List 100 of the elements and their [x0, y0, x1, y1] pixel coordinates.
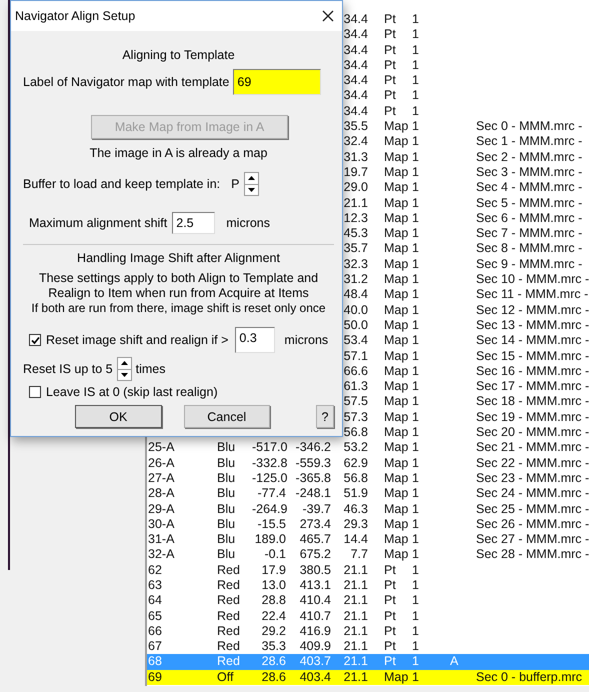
- input-field[interactable]: 0.3: [235, 327, 276, 353]
- table-cell-text: -346.2: [294, 440, 331, 456]
- table-cell-text: Map: [384, 410, 410, 426]
- cancel-button[interactable]: Cancel: [184, 405, 270, 428]
- table-cell-text: Sec 6 - MMM.mrc -: [476, 210, 584, 226]
- table-cell-text: Map: [384, 318, 410, 334]
- table-cell-text: 69: [148, 670, 163, 686]
- table-cell-text: A: [449, 654, 460, 670]
- list-row[interactable]: 65 Red 22.4 410.7 21.1 Pt 1: [147, 608, 589, 624]
- table-cell-text: 31-A: [148, 532, 176, 548]
- note-text: If both are run from there, image shift is reset only once: [30, 301, 327, 315]
- table-cell: Sec 19 - MMM.mrc -: [476, 410, 589, 426]
- table-cell: 1: [412, 486, 420, 502]
- checkbox-label[interactable]: Leave IS at 0 (skip last realign): [46, 385, 218, 399]
- table-cell-text: 29.2: [260, 624, 286, 640]
- list-row[interactable]: 29-A Blu -264.9 -39.7 46.3 Map 1 Sec 25 - MMM.mrc -: [147, 502, 589, 517]
- list-row[interactable]: 67 Red 35.3 409.9 21.1 Pt 1: [147, 639, 589, 654]
- table-cell-text: Sec 2 - MMM.mrc -: [476, 150, 584, 165]
- table-cell: Sec 27 - MMM.mrc -: [476, 532, 589, 548]
- table-cell: Sec 21 - MMM.mrc -: [476, 440, 589, 456]
- table-cell-text: 32-A: [148, 547, 176, 563]
- table-cell-text: 28-A: [148, 486, 176, 502]
- table-cell-text: Map: [384, 486, 410, 502]
- table-cell-text: 28.8: [260, 593, 286, 609]
- table-cell: 1: [412, 180, 420, 196]
- list-row[interactable]: 62 Red 17.9 380.5 21.1 Pt 1: [147, 562, 589, 578]
- list-row[interactable]: 32-A Blu -0.1 675.2 7.7 Map 1 Sec 28 - MMM.mrc -: [147, 547, 589, 563]
- list-row[interactable]: 28-A Blu -77.4 -248.1 51.9 Map 1 Sec 24 - MMM.mrc -: [147, 486, 589, 502]
- table-cell-text: 14.4: [342, 532, 368, 548]
- checkbox-label[interactable]: Reset image shift and realign if >: [46, 333, 228, 347]
- list-row[interactable]: 66 Red 29.2 416.9 21.1 Pt 1: [147, 624, 589, 640]
- table-cell-text: 66: [148, 624, 163, 640]
- table-cell: Sec 11 - MMM.mrc -: [476, 287, 589, 303]
- table-cell-text: 465.7: [298, 532, 331, 548]
- table-cell: Sec 15 - MMM.mrc -: [476, 348, 589, 364]
- table-cell-text: Map: [384, 532, 410, 548]
- table-cell-text: -77.4: [256, 486, 286, 502]
- table-cell-text: 13.0: [260, 578, 286, 594]
- table-cell: 1: [412, 470, 420, 486]
- list-row[interactable]: 26-A Blu -332.8 -559.3 62.9 Map 1 Sec 22 - MMM.mrc -: [147, 456, 589, 471]
- table-cell-text: Red: [217, 562, 241, 578]
- table-cell-text: Red: [217, 654, 241, 670]
- table-cell-text: Blu: [217, 547, 236, 563]
- list-row[interactable]: 25-A Blu -517.0 -346.2 53.2 Map 1 Sec 21 - MMM.mrc -: [147, 440, 589, 456]
- table-cell-text: Map: [384, 440, 410, 456]
- table-cell-text: 21.1: [342, 624, 368, 640]
- table-cell: 1: [412, 12, 420, 28]
- input-field[interactable]: 69: [233, 69, 322, 95]
- table-cell-text: 34.4: [342, 42, 368, 58]
- table-cell-text: Map: [384, 287, 410, 303]
- table-cell-text: Map: [384, 210, 410, 226]
- table-cell-text: Sec 3 - MMM.mrc -: [476, 164, 584, 180]
- table-cell: 1: [412, 302, 420, 318]
- table-cell-text: Map: [384, 302, 410, 318]
- table-cell-text: 56.8: [342, 425, 368, 440]
- table-cell-text: Red: [217, 639, 241, 654]
- table-cell-text: Blu: [217, 486, 236, 502]
- help-button[interactable]: ?: [316, 405, 334, 428]
- input-field[interactable]: 2.5: [172, 212, 216, 234]
- table-cell-text: 46.3: [342, 502, 368, 517]
- table-cell-text: 17.9: [260, 562, 286, 578]
- list-row[interactable]: 27-A Blu -125.0 -365.8 56.8 Map 1 Sec 23 - MMM.mrc -: [147, 470, 589, 486]
- table-cell-text: Pt: [384, 593, 397, 609]
- table-cell-text: Pt: [384, 562, 397, 578]
- table-cell-text: 35.7: [342, 241, 368, 257]
- table-cell-text: 64: [148, 593, 163, 609]
- ok-button[interactable]: OK: [75, 405, 162, 428]
- table-cell-text: 380.5: [298, 562, 331, 578]
- list-row[interactable]: 64 Red 28.8 410.4 21.1 Pt 1: [147, 593, 589, 609]
- table-cell-text: 34.4: [342, 12, 368, 28]
- table-cell: -125.0: [252, 470, 286, 486]
- table-cell-text: 65: [148, 608, 163, 624]
- table-cell: 1: [412, 516, 420, 532]
- table-cell-text: 35.3: [260, 639, 286, 654]
- table-cell-text: -0.1: [263, 547, 286, 563]
- table-cell: Sec 17 - MMM.mrc -: [476, 379, 589, 394]
- table-cell-text: Sec 7 - MMM.mrc -: [476, 226, 584, 242]
- list-row[interactable]: 30-A Blu -15.5 273.4 29.3 Map 1 Sec 26 - MMM.mrc -: [147, 516, 589, 532]
- table-cell-text: -248.1: [294, 486, 331, 502]
- table-cell: 1: [412, 134, 420, 150]
- table-cell-text: 31.3: [342, 150, 368, 165]
- table-cell-text: 28.6: [260, 654, 286, 670]
- table-cell-text: 273.4: [298, 516, 331, 532]
- table-cell-text: 21.1: [342, 562, 368, 578]
- table-cell-text: Sec 0 - bufferp.mrc: [476, 670, 584, 686]
- table-cell-text: Sec 4 - MMM.mrc -: [476, 180, 584, 196]
- list-row[interactable]: 69 Off 28.6 403.4 21.1 Map 1 Sec 0 - bufferp.mrc: [147, 670, 589, 686]
- list-row[interactable]: 63 Red 13.0 413.1 21.1 Pt 1: [147, 578, 589, 594]
- table-cell-text: Map: [384, 547, 410, 563]
- table-cell-text: Map: [384, 333, 410, 349]
- table-cell: 1: [412, 318, 420, 334]
- table-cell-text: Map: [384, 134, 410, 150]
- table-cell-text: 53.4: [342, 333, 368, 349]
- table-cell-text: 57.1: [342, 348, 368, 364]
- table-cell: 1: [412, 164, 420, 180]
- list-row[interactable]: 31-A Blu 189.0 465.7 14.4 Map 1 Sec 27 - MMM.mrc -: [147, 532, 589, 548]
- table-cell: Sec 10 - MMM.mrc -: [476, 272, 589, 288]
- table-cell: Sec 13 - MMM.mrc -: [476, 318, 589, 334]
- table-cell-text: Pt: [384, 608, 397, 624]
- table-cell-text: Map: [384, 241, 410, 257]
